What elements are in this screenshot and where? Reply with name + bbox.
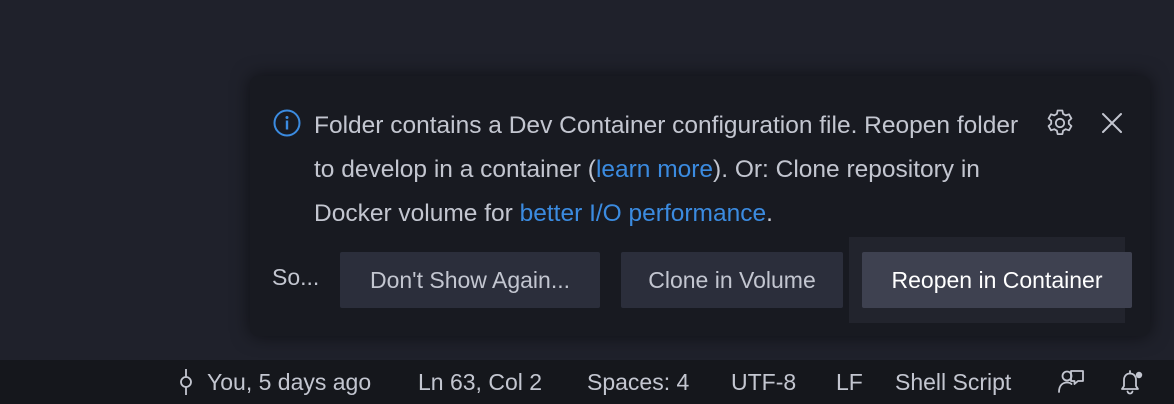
dont-show-again-button[interactable]: Don't Show Again... — [340, 252, 600, 308]
git-commit-icon — [180, 369, 192, 395]
notification-source: So... — [272, 264, 320, 290]
line-ending-status[interactable]: LF — [836, 360, 863, 404]
clone-in-volume-button[interactable]: Clone in Volume — [621, 252, 843, 308]
encoding-status[interactable]: UTF-8 — [731, 360, 796, 404]
info-icon — [273, 109, 301, 137]
close-icon[interactable] — [1098, 109, 1126, 137]
cursor-position-status[interactable]: Ln 63, Col 2 — [418, 360, 542, 404]
gear-icon[interactable] — [1044, 107, 1076, 139]
git-blame-status[interactable]: You, 5 days ago — [207, 360, 371, 404]
indentation-status[interactable]: Spaces: 4 — [587, 360, 689, 404]
status-bar: You, 5 days ago Ln 63, Col 2 Spaces: 4 U… — [0, 360, 1174, 404]
io-performance-link[interactable]: better I/O performance — [520, 200, 766, 227]
language-mode-status[interactable]: Shell Script — [895, 360, 1011, 404]
feedback-icon[interactable] — [1056, 367, 1086, 397]
bell-icon[interactable] — [1116, 367, 1146, 397]
message-text-part3: . — [766, 200, 773, 227]
reopen-in-container-button[interactable]: Reopen in Container — [862, 252, 1132, 308]
notification-message: Folder contains a Dev Container configur… — [314, 104, 1034, 236]
learn-more-link[interactable]: learn more — [596, 156, 713, 183]
